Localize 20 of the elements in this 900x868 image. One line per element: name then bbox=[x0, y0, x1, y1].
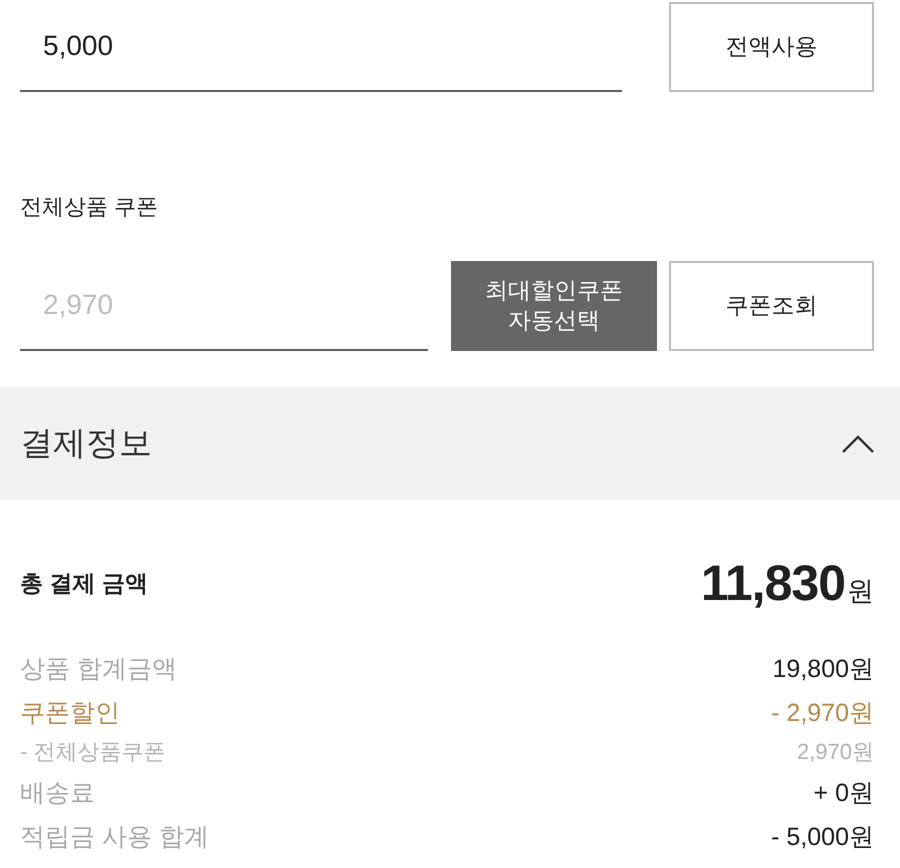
coupon-label: 전체상품 쿠폰 bbox=[20, 193, 160, 221]
coupon-input-field[interactable]: 2,970 bbox=[20, 261, 428, 351]
summary-value: 19,800원 bbox=[772, 654, 874, 684]
chevron-up-icon[interactable] bbox=[842, 434, 874, 452]
summary-value: - 5,000원 bbox=[771, 822, 874, 852]
section-title: 결제정보 bbox=[20, 423, 152, 463]
summary-value: + 0원 bbox=[814, 778, 874, 808]
coupon-lookup-button[interactable]: 쿠폰조회 bbox=[669, 261, 874, 351]
use-all-button[interactable]: 전액사용 bbox=[669, 2, 874, 92]
summary-label: 쿠폰할인 bbox=[20, 698, 120, 728]
points-input-field[interactable]: 5,000 bbox=[20, 2, 622, 92]
summary-label: 배송료 bbox=[20, 778, 95, 808]
summary-label: - 전체상품쿠폰 bbox=[20, 738, 166, 766]
total-label: 총 결제 금액 bbox=[20, 568, 148, 598]
auto-coupon-button[interactable]: 최대할인쿠폰 자동선택 bbox=[451, 261, 657, 351]
summary-value: 2,970원 bbox=[796, 738, 874, 766]
total-amount: 11,830원 bbox=[700, 554, 874, 612]
summary-label: 적립금 사용 합계 bbox=[20, 822, 209, 852]
summary-label: 상품 합계금액 bbox=[20, 654, 177, 684]
summary-value: - 2,970원 bbox=[771, 698, 874, 728]
